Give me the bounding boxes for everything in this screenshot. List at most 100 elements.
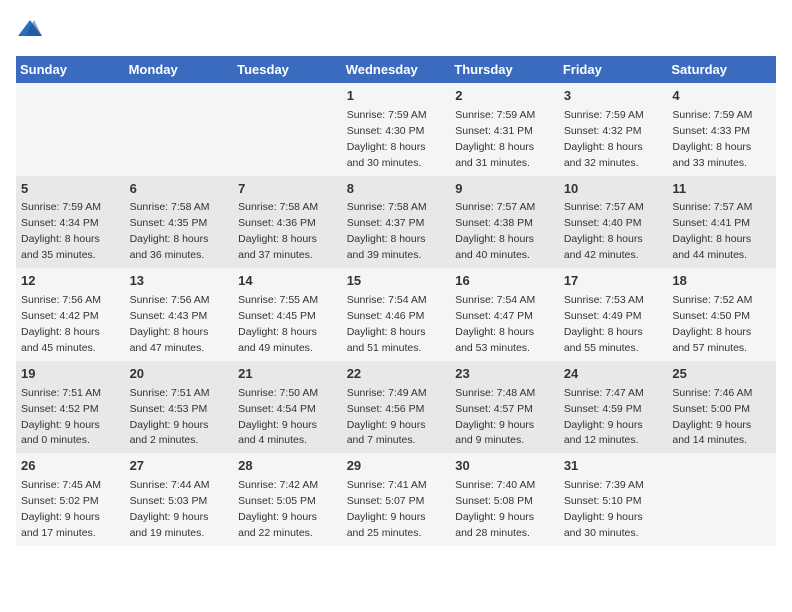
day-cell: 18 Sunrise: 7:52 AM Sunset: 4:50 PM Dayli… — [667, 268, 776, 361]
day-cell — [233, 83, 342, 176]
day-number: 16 — [455, 272, 554, 291]
day-info: Sunrise: 7:59 AM Sunset: 4:31 PM Dayligh… — [455, 109, 535, 169]
day-info: Sunrise: 7:40 AM Sunset: 5:08 PM Dayligh… — [455, 479, 535, 539]
day-info: Sunrise: 7:59 AM Sunset: 4:32 PM Dayligh… — [564, 109, 644, 169]
day-number: 4 — [672, 87, 771, 106]
day-cell: 15 Sunrise: 7:54 AM Sunset: 4:46 PM Dayli… — [342, 268, 451, 361]
day-cell: 30 Sunrise: 7:40 AM Sunset: 5:08 PM Dayli… — [450, 453, 559, 546]
day-cell: 13 Sunrise: 7:56 AM Sunset: 4:43 PM Dayli… — [125, 268, 234, 361]
day-cell: 22Sunrise: 7:49 AM Sunset: 4:56 PM Dayli… — [342, 361, 451, 454]
week-row-1: 1 Sunrise: 7:59 AM Sunset: 4:30 PM Daylig… — [16, 83, 776, 176]
day-info: Sunrise: 7:57 AM Sunset: 4:38 PM Dayligh… — [455, 201, 535, 261]
day-info: Sunrise: 7:45 AM Sunset: 5:02 PM Dayligh… — [21, 479, 101, 539]
day-number: 1 — [347, 87, 446, 106]
day-number: 12 — [21, 272, 120, 291]
day-cell — [125, 83, 234, 176]
day-cell: 25 Sunrise: 7:46 AM Sunset: 5:00 PM Dayli… — [667, 361, 776, 454]
day-number: 10 — [564, 180, 663, 199]
day-cell: 9 Sunrise: 7:57 AM Sunset: 4:38 PM Daylig… — [450, 176, 559, 269]
week-row-3: 12Sunrise: 7:56 AM Sunset: 4:42 PM Dayli… — [16, 268, 776, 361]
day-number: 20 — [130, 365, 229, 384]
day-info: Sunrise: 7:57 AM Sunset: 4:41 PM Dayligh… — [672, 201, 752, 261]
day-number: 26 — [21, 457, 120, 476]
day-info: Sunrise: 7:58 AM Sunset: 4:35 PM Dayligh… — [130, 201, 210, 261]
day-cell: 3 Sunrise: 7:59 AM Sunset: 4:32 PM Daylig… — [559, 83, 668, 176]
day-info: Sunrise: 7:52 AM Sunset: 4:50 PM Dayligh… — [672, 294, 752, 354]
day-number: 9 — [455, 180, 554, 199]
day-header-sunday: Sunday — [16, 56, 125, 83]
day-cell: 16 Sunrise: 7:54 AM Sunset: 4:47 PM Dayli… — [450, 268, 559, 361]
day-cell: 5 Sunrise: 7:59 AM Sunset: 4:34 PM Daylig… — [16, 176, 125, 269]
day-cell: 8 Sunrise: 7:58 AM Sunset: 4:37 PM Daylig… — [342, 176, 451, 269]
day-header-friday: Friday — [559, 56, 668, 83]
day-number: 25 — [672, 365, 771, 384]
day-cell: 11 Sunrise: 7:57 AM Sunset: 4:41 PM Dayli… — [667, 176, 776, 269]
day-info: Sunrise: 7:47 AM Sunset: 4:59 PM Dayligh… — [564, 387, 644, 447]
day-cell: 10 Sunrise: 7:57 AM Sunset: 4:40 PM Dayli… — [559, 176, 668, 269]
day-number: 31 — [564, 457, 663, 476]
day-number: 15 — [347, 272, 446, 291]
day-number: 28 — [238, 457, 337, 476]
day-info: Sunrise: 7:59 AM Sunset: 4:33 PM Dayligh… — [672, 109, 752, 169]
day-cell — [667, 453, 776, 546]
week-row-4: 19 Sunrise: 7:51 AM Sunset: 4:52 PM Dayli… — [16, 361, 776, 454]
day-info: Sunrise: 7:54 AM Sunset: 4:47 PM Dayligh… — [455, 294, 535, 354]
day-cell: 29Sunrise: 7:41 AM Sunset: 5:07 PM Dayli… — [342, 453, 451, 546]
day-cell: 20 Sunrise: 7:51 AM Sunset: 4:53 PM Dayli… — [125, 361, 234, 454]
day-cell: 24Sunrise: 7:47 AM Sunset: 4:59 PM Dayli… — [559, 361, 668, 454]
logo — [16, 16, 48, 44]
day-number: 17 — [564, 272, 663, 291]
week-row-5: 26 Sunrise: 7:45 AM Sunset: 5:02 PM Dayli… — [16, 453, 776, 546]
day-number: 2 — [455, 87, 554, 106]
day-header-thursday: Thursday — [450, 56, 559, 83]
day-info: Sunrise: 7:54 AM Sunset: 4:46 PM Dayligh… — [347, 294, 427, 354]
day-number: 8 — [347, 180, 446, 199]
day-number: 7 — [238, 180, 337, 199]
day-info: Sunrise: 7:51 AM Sunset: 4:53 PM Dayligh… — [130, 387, 210, 447]
day-cell: 1 Sunrise: 7:59 AM Sunset: 4:30 PM Daylig… — [342, 83, 451, 176]
day-header-saturday: Saturday — [667, 56, 776, 83]
day-number: 14 — [238, 272, 337, 291]
page-header — [16, 16, 776, 44]
day-number: 3 — [564, 87, 663, 106]
day-number: 22 — [347, 365, 446, 384]
day-number: 11 — [672, 180, 771, 199]
day-info: Sunrise: 7:58 AM Sunset: 4:37 PM Dayligh… — [347, 201, 427, 261]
day-info: Sunrise: 7:42 AM Sunset: 5:05 PM Dayligh… — [238, 479, 318, 539]
day-info: Sunrise: 7:39 AM Sunset: 5:10 PM Dayligh… — [564, 479, 644, 539]
day-cell: 19 Sunrise: 7:51 AM Sunset: 4:52 PM Dayli… — [16, 361, 125, 454]
day-cell: 31 Sunrise: 7:39 AM Sunset: 5:10 PM Dayli… — [559, 453, 668, 546]
day-cell: 2 Sunrise: 7:59 AM Sunset: 4:31 PM Daylig… — [450, 83, 559, 176]
day-number: 27 — [130, 457, 229, 476]
day-info: Sunrise: 7:56 AM Sunset: 4:43 PM Dayligh… — [130, 294, 210, 354]
day-cell: 26 Sunrise: 7:45 AM Sunset: 5:02 PM Dayli… — [16, 453, 125, 546]
day-info: Sunrise: 7:59 AM Sunset: 4:30 PM Dayligh… — [347, 109, 427, 169]
day-info: Sunrise: 7:51 AM Sunset: 4:52 PM Dayligh… — [21, 387, 101, 447]
day-cell: 17 Sunrise: 7:53 AM Sunset: 4:49 PM Dayli… — [559, 268, 668, 361]
day-cell: 7Sunrise: 7:58 AM Sunset: 4:36 PM Daylig… — [233, 176, 342, 269]
day-cell: 23Sunrise: 7:48 AM Sunset: 4:57 PM Dayli… — [450, 361, 559, 454]
day-info: Sunrise: 7:57 AM Sunset: 4:40 PM Dayligh… — [564, 201, 644, 261]
day-cell: 12Sunrise: 7:56 AM Sunset: 4:42 PM Dayli… — [16, 268, 125, 361]
day-number: 23 — [455, 365, 554, 384]
day-info: Sunrise: 7:55 AM Sunset: 4:45 PM Dayligh… — [238, 294, 318, 354]
day-cell: 21Sunrise: 7:50 AM Sunset: 4:54 PM Dayli… — [233, 361, 342, 454]
day-cell: 14 Sunrise: 7:55 AM Sunset: 4:45 PM Dayli… — [233, 268, 342, 361]
day-number: 13 — [130, 272, 229, 291]
day-number: 18 — [672, 272, 771, 291]
day-info: Sunrise: 7:44 AM Sunset: 5:03 PM Dayligh… — [130, 479, 210, 539]
day-cell: 4 Sunrise: 7:59 AM Sunset: 4:33 PM Daylig… — [667, 83, 776, 176]
calendar-table: SundayMondayTuesdayWednesdayThursdayFrid… — [16, 56, 776, 546]
day-number: 30 — [455, 457, 554, 476]
day-info: Sunrise: 7:46 AM Sunset: 5:00 PM Dayligh… — [672, 387, 752, 447]
day-number: 6 — [130, 180, 229, 199]
day-cell: 6 Sunrise: 7:58 AM Sunset: 4:35 PM Daylig… — [125, 176, 234, 269]
day-info: Sunrise: 7:50 AM Sunset: 4:54 PM Dayligh… — [238, 387, 318, 447]
day-info: Sunrise: 7:53 AM Sunset: 4:49 PM Dayligh… — [564, 294, 644, 354]
day-number: 5 — [21, 180, 120, 199]
logo-icon — [16, 16, 44, 44]
day-number: 19 — [21, 365, 120, 384]
day-cell: 27 Sunrise: 7:44 AM Sunset: 5:03 PM Dayli… — [125, 453, 234, 546]
day-info: Sunrise: 7:59 AM Sunset: 4:34 PM Dayligh… — [21, 201, 101, 261]
day-header-wednesday: Wednesday — [342, 56, 451, 83]
